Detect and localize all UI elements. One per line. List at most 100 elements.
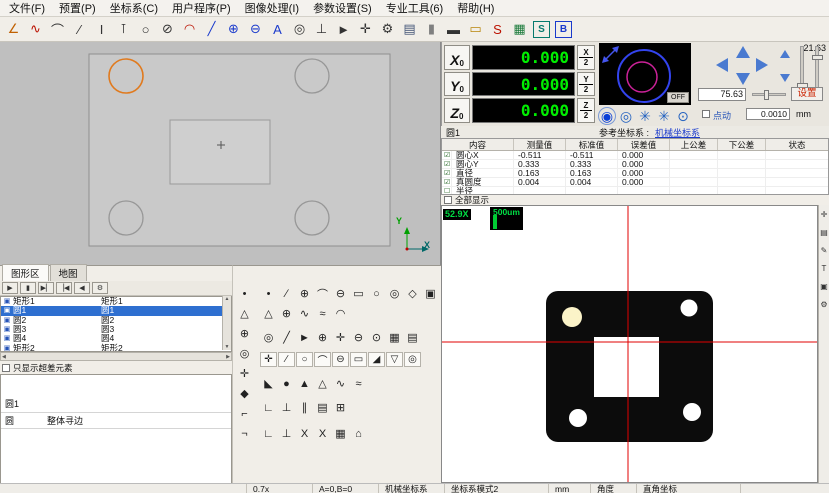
tool-icon[interactable]: ⌐ bbox=[236, 406, 253, 421]
tool-icon[interactable]: • bbox=[260, 286, 277, 301]
tool-icon[interactable]: ▦ bbox=[332, 426, 349, 441]
list-item[interactable]: ▣ 圆1 圆1 bbox=[1, 306, 231, 315]
run-icon[interactable]: ► bbox=[333, 19, 354, 40]
axis-zero-button[interactable]: Z0 bbox=[444, 98, 470, 123]
tool-icon[interactable]: ∕ bbox=[278, 352, 295, 367]
ring-light-on-icon[interactable]: ◉ bbox=[599, 108, 615, 124]
tool-icon[interactable]: ▦ bbox=[386, 330, 403, 345]
tool-icon[interactable]: ◠ bbox=[332, 306, 349, 321]
menu-item[interactable]: 帮助(H) bbox=[450, 0, 501, 17]
ellipse-tool-icon[interactable]: ⊘ bbox=[157, 19, 178, 40]
element-icon[interactable]: ▣ bbox=[1, 325, 13, 334]
tool-icon[interactable]: ◎ bbox=[236, 346, 253, 361]
wrench-button[interactable]: ⚙ bbox=[92, 282, 108, 294]
fine-slider[interactable] bbox=[752, 93, 786, 96]
tab[interactable]: 地图 bbox=[50, 264, 87, 281]
tool-icon[interactable]: ▤ bbox=[314, 400, 331, 415]
monitor-icon[interactable]: ▤ bbox=[399, 19, 420, 40]
tool-icon[interactable]: ◆ bbox=[236, 386, 253, 401]
folder-icon[interactable]: ▭ bbox=[465, 19, 486, 40]
element-icon[interactable]: ▣ bbox=[1, 316, 13, 325]
pen-icon[interactable]: ✎ bbox=[819, 245, 829, 256]
zoom-in-icon[interactable]: ⊕ bbox=[223, 19, 244, 40]
line-tool-icon[interactable]: ∕ bbox=[69, 19, 90, 40]
tool-icon[interactable]: △ bbox=[314, 376, 331, 391]
tool-icon[interactable]: ⊕ bbox=[278, 306, 295, 321]
tool-icon[interactable]: ⊕ bbox=[236, 326, 253, 341]
detail-row[interactable]: 圆 整体寻边 bbox=[1, 412, 231, 429]
position-field[interactable]: 75.63 bbox=[698, 88, 746, 101]
column-header[interactable]: 上公差 bbox=[670, 139, 718, 150]
crosshair-icon[interactable]: ✛ bbox=[355, 19, 376, 40]
pause-button[interactable]: ▮ bbox=[20, 282, 36, 294]
show-all-row[interactable]: 全部显示 bbox=[441, 195, 829, 205]
tool-icon[interactable]: X bbox=[296, 426, 313, 441]
off-button[interactable]: OFF bbox=[667, 92, 689, 103]
tool-icon[interactable]: ∿ bbox=[332, 376, 349, 391]
play-back-button[interactable]: ◀ bbox=[74, 282, 90, 294]
filter-checkbox[interactable] bbox=[2, 364, 10, 372]
pan-zoom-icon[interactable] bbox=[605, 49, 616, 60]
menu-item[interactable]: 参数设置(S) bbox=[306, 0, 379, 17]
angle-tool-icon[interactable]: ∠ bbox=[3, 19, 24, 40]
tool-icon[interactable]: ⊙ bbox=[368, 330, 385, 345]
list-item[interactable]: ▣ 矩形2 矩形2 bbox=[1, 343, 231, 352]
column-header[interactable]: 状态 bbox=[766, 139, 828, 150]
row-checkbox[interactable]: ☑ bbox=[442, 178, 452, 186]
menu-item[interactable]: 用户程序(P) bbox=[165, 0, 238, 17]
ibeam-tool-icon[interactable]: I bbox=[91, 19, 112, 40]
tool-icon[interactable]: ≈ bbox=[350, 376, 367, 391]
jog-right-button[interactable] bbox=[756, 58, 768, 72]
list-icon[interactable]: ▤ bbox=[819, 227, 829, 238]
jog-z-down-button[interactable] bbox=[780, 74, 790, 82]
tool-icon[interactable]: △ bbox=[236, 306, 253, 321]
row-checkbox[interactable]: ☑ bbox=[442, 169, 452, 177]
tool-icon[interactable]: ▣ bbox=[422, 286, 439, 301]
perpendicular-icon[interactable]: ⊥ bbox=[311, 19, 332, 40]
segment-light2-icon[interactable]: ✳ bbox=[656, 108, 672, 124]
menu-item[interactable]: 预置(P) bbox=[52, 0, 103, 17]
card-icon[interactable]: ▬ bbox=[443, 19, 464, 40]
tool-icon[interactable]: ¬ bbox=[236, 426, 253, 441]
cad-view[interactable]: Y X bbox=[0, 42, 441, 265]
tool-icon[interactable]: ⌒ bbox=[314, 286, 331, 301]
arc-tool-icon[interactable]: ⌒ bbox=[47, 19, 68, 40]
tool-icon[interactable]: △ bbox=[260, 306, 277, 321]
tool-icon[interactable]: ∟ bbox=[260, 426, 277, 441]
tool-icon[interactable]: ⌒ bbox=[314, 352, 331, 367]
element-icon[interactable]: ▣ bbox=[1, 344, 13, 352]
element-icon[interactable]: ▣ bbox=[1, 306, 13, 315]
camera-view[interactable]: OFF bbox=[599, 43, 691, 105]
ring-light-icon[interactable]: ◎ bbox=[618, 108, 634, 124]
list-vertical-scrollbar[interactable]: ▲▼ bbox=[222, 296, 231, 350]
tool-icon[interactable]: • bbox=[236, 286, 253, 301]
tool-icon[interactable]: ◣ bbox=[260, 376, 277, 391]
grid-icon[interactable]: ▦ bbox=[509, 19, 530, 40]
tool-icon[interactable]: ⊕ bbox=[314, 330, 331, 345]
measurement-view[interactable]: 52.9X 500um bbox=[441, 205, 818, 483]
jog-z-up-button[interactable] bbox=[780, 50, 790, 58]
table-row[interactable]: ☑ 真圆度 0.004 0.004 0.000 bbox=[442, 178, 828, 187]
tool-icon[interactable]: ▲ bbox=[296, 376, 313, 391]
tool-icon[interactable]: ∿ bbox=[296, 306, 313, 321]
tool-icon[interactable]: ▭ bbox=[350, 352, 367, 367]
column-header[interactable]: 测量值 bbox=[514, 139, 566, 150]
tool-icon[interactable]: ⌂ bbox=[350, 426, 367, 441]
play-button[interactable]: ▶ bbox=[2, 282, 18, 294]
element-icon[interactable]: ▣ bbox=[1, 334, 13, 343]
tool-icon[interactable]: ✛ bbox=[260, 352, 277, 367]
slope-tool-icon[interactable]: ╱ bbox=[201, 19, 222, 40]
jog-down-button[interactable] bbox=[736, 73, 750, 85]
step-back-button[interactable]: ▕◀ bbox=[56, 282, 72, 294]
tool-icon[interactable]: ╱ bbox=[278, 330, 295, 345]
axis-half-button[interactable]: X2 bbox=[577, 45, 595, 70]
label-a-icon[interactable]: A bbox=[267, 19, 288, 40]
tool-icon[interactable]: ⊖ bbox=[332, 286, 349, 301]
menu-item[interactable]: 专业工具(6) bbox=[379, 0, 450, 17]
jog-mode-checkbox[interactable] bbox=[702, 110, 710, 118]
tool-icon[interactable]: ⊖ bbox=[332, 352, 349, 367]
tool-icon[interactable]: ◎ bbox=[386, 286, 403, 301]
jog-up-button[interactable] bbox=[736, 46, 750, 58]
step-forward-button[interactable]: ▶▏ bbox=[38, 282, 54, 294]
coax-light-icon[interactable]: ⊙ bbox=[675, 108, 691, 124]
